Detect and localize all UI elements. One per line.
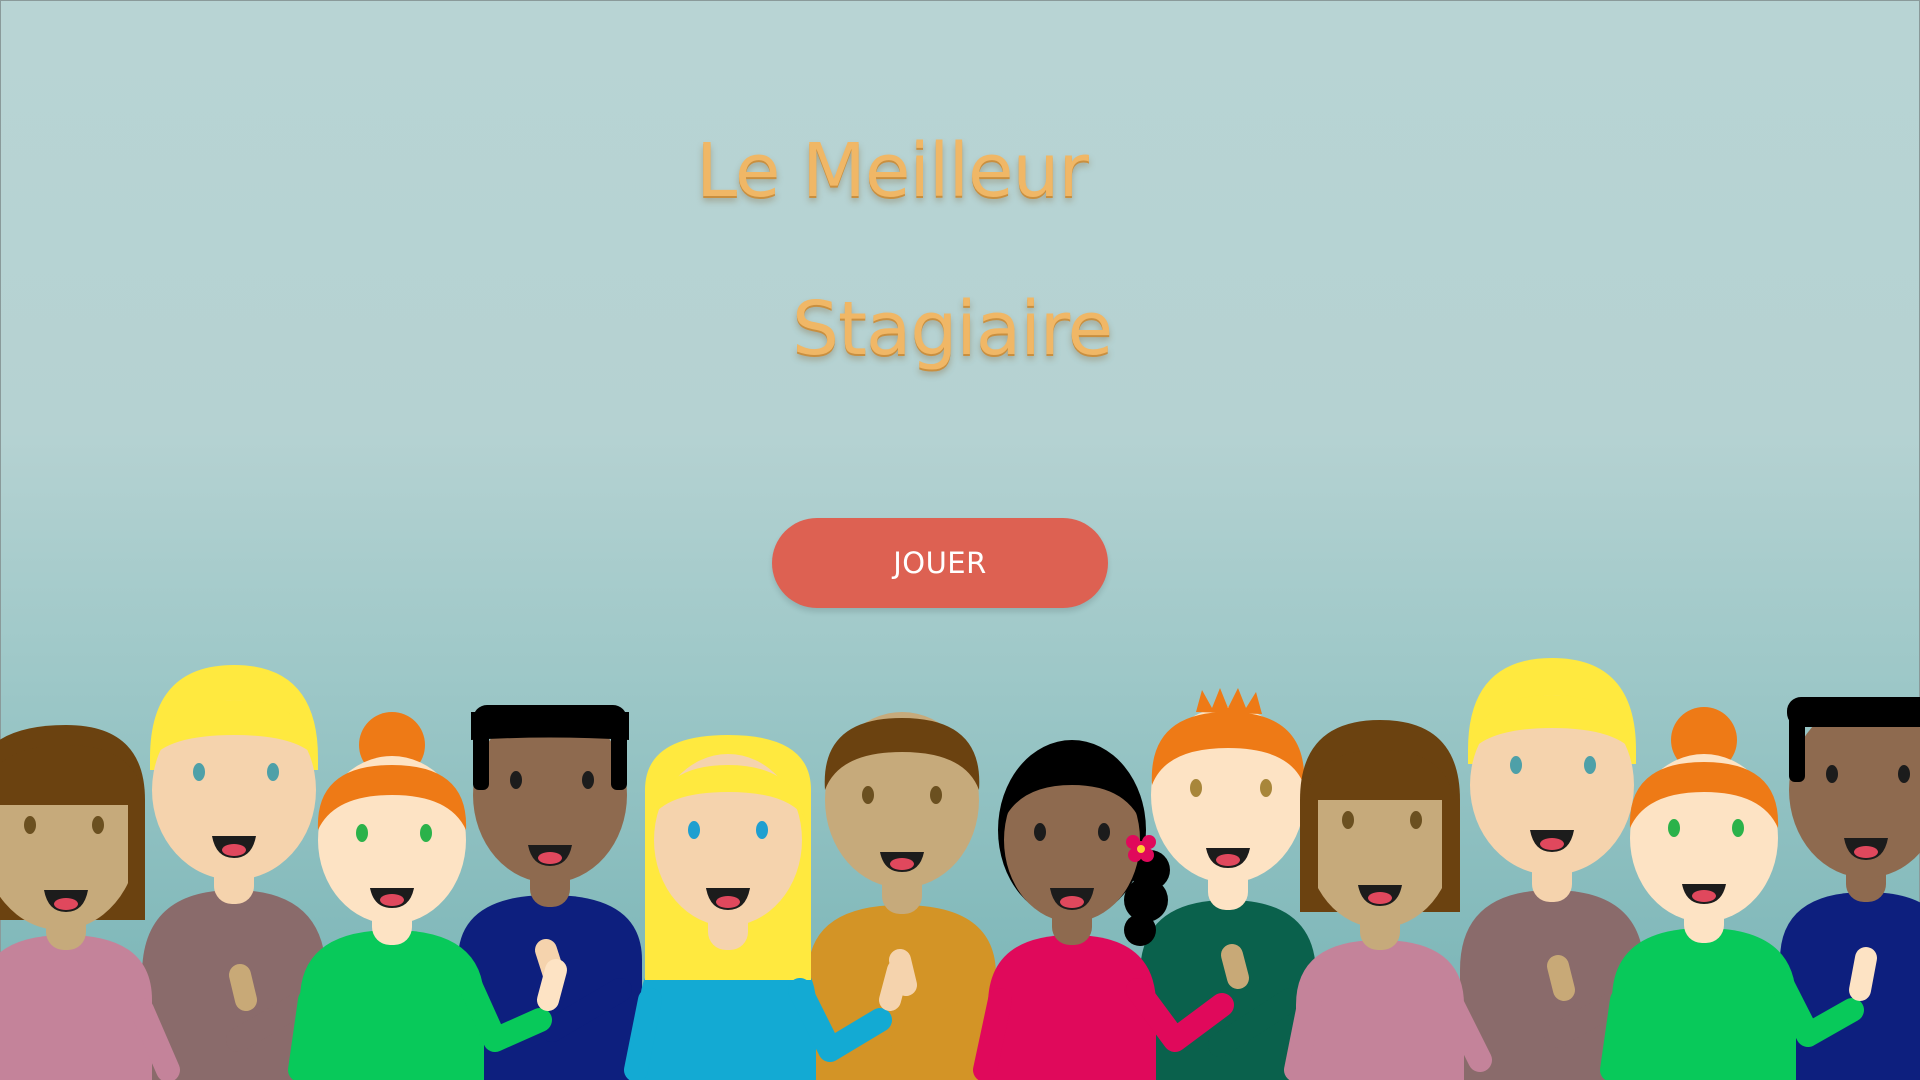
play-button[interactable]: JOUER: [772, 518, 1108, 608]
person-tan-pink-left-icon: [0, 725, 180, 1080]
person-tan-mustard-icon: [808, 712, 996, 1080]
title-line-1: Le Meilleur: [696, 128, 1089, 214]
person-tan-pink-icon: [1284, 720, 1492, 1080]
crowd-illustration: [0, 658, 1920, 1080]
title-line-2: Stagiaire: [792, 286, 1113, 372]
